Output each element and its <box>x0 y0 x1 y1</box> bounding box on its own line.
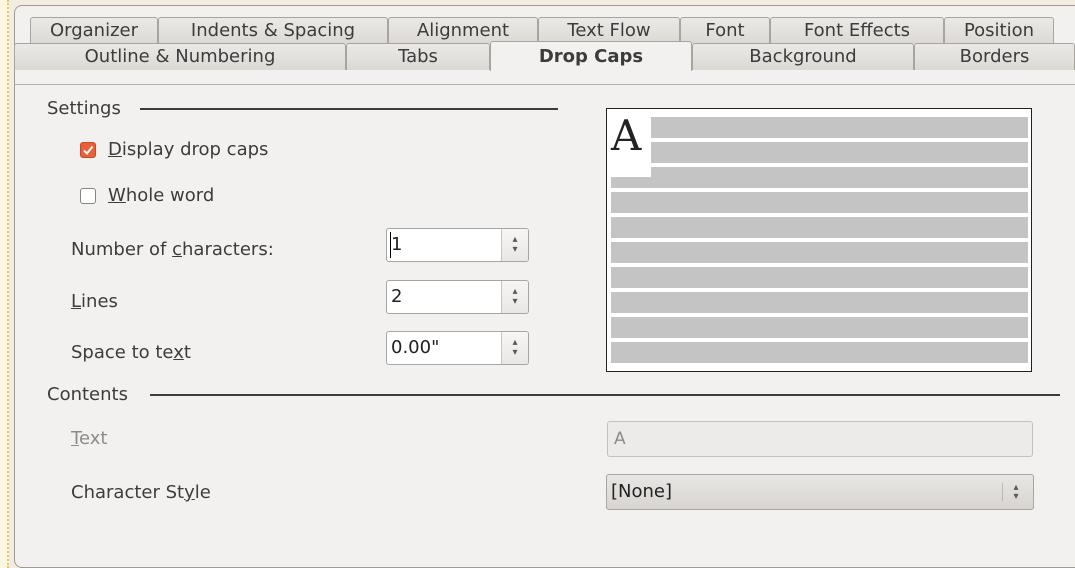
tab-indents-spacing[interactable]: Indents & Spacing <box>158 17 388 44</box>
whole-word-checkbox[interactable] <box>80 188 96 204</box>
contents-separator <box>150 394 1060 396</box>
text-label: Text <box>71 428 108 449</box>
preview-line <box>611 242 1028 263</box>
lines-label: Lines <box>71 291 118 312</box>
dropdown-arrows-icon: ▴ ▾ <box>1002 483 1025 502</box>
tab-font-effects[interactable]: Font Effects <box>770 17 944 44</box>
preview-line <box>611 142 1028 163</box>
settings-group-label: Settings <box>47 98 121 119</box>
tab-borders[interactable]: Borders <box>914 43 1075 70</box>
tab-content-border <box>14 84 1075 85</box>
preview-line <box>611 217 1028 238</box>
drop-caps-preview: A <box>606 108 1032 372</box>
whole-word-label[interactable]: Whole word <box>108 185 214 206</box>
preview-line <box>611 342 1028 363</box>
tab-tabs[interactable]: Tabs <box>346 43 490 70</box>
preview-line <box>611 292 1028 313</box>
preview-line <box>611 167 1028 188</box>
spin-arrows-icon[interactable]: ▴ ▾ <box>501 281 528 313</box>
window-edge <box>0 0 9 568</box>
preview-line <box>611 117 1028 138</box>
settings-separator <box>140 108 558 110</box>
checkmark-icon <box>83 145 94 156</box>
number-of-characters-label: Number of characters: <box>71 239 274 260</box>
drop-cap-letter: A <box>611 111 642 160</box>
contents-group-label: Contents <box>47 384 128 405</box>
display-drop-caps-checkbox[interactable] <box>80 142 96 158</box>
tab-text-flow[interactable]: Text Flow <box>538 17 680 44</box>
tab-outline-numbering[interactable]: Outline & Numbering <box>14 43 346 70</box>
display-drop-caps-label[interactable]: Display drop caps <box>108 139 268 160</box>
lines-spinbox[interactable]: 2 ▴ ▾ <box>386 280 529 314</box>
character-style-dropdown[interactable]: [None] ▴ ▾ <box>606 474 1034 510</box>
number-of-characters-spinbox[interactable]: 1 ▴ ▾ <box>386 228 529 262</box>
preview-line <box>611 317 1028 338</box>
number-of-characters-value[interactable]: 1 <box>387 229 501 261</box>
tab-alignment[interactable]: Alignment <box>388 17 538 44</box>
preview-line <box>611 267 1028 288</box>
drop-cap-text-field[interactable]: A <box>607 421 1033 457</box>
tab-row-1: Organizer Indents & Spacing Alignment Te… <box>30 17 1054 44</box>
spin-arrows-icon[interactable]: ▴ ▾ <box>501 332 528 364</box>
lines-value[interactable]: 2 <box>387 281 501 313</box>
tab-row-2: Outline & Numbering Tabs Drop Caps Backg… <box>14 41 1075 71</box>
tab-background[interactable]: Background <box>692 43 914 70</box>
text-cursor <box>390 232 391 258</box>
preview-line <box>611 192 1028 213</box>
tab-position[interactable]: Position <box>944 17 1054 44</box>
tab-font[interactable]: Font <box>680 17 770 44</box>
character-style-value: [None] <box>611 481 673 502</box>
tab-drop-caps[interactable]: Drop Caps <box>490 41 692 71</box>
space-to-text-label: Space to text <box>71 342 191 363</box>
character-style-label: Character Style <box>71 482 211 503</box>
space-to-text-spinbox[interactable]: 0.00" ▴ ▾ <box>386 331 529 365</box>
tab-organizer[interactable]: Organizer <box>30 17 158 44</box>
space-to-text-value[interactable]: 0.00" <box>387 332 501 364</box>
spin-arrows-icon[interactable]: ▴ ▾ <box>501 229 528 261</box>
